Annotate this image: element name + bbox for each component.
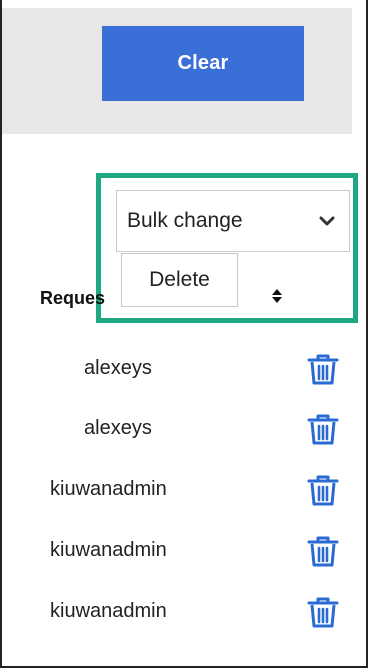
- table-row: alexeys: [0, 345, 370, 401]
- column-header-requested-by[interactable]: Reques: [40, 288, 105, 309]
- trash-icon[interactable]: [305, 411, 341, 447]
- bulk-change-select[interactable]: Bulk change: [116, 190, 350, 252]
- trash-icon[interactable]: [305, 594, 341, 630]
- requested-by-cell: alexeys: [84, 417, 152, 439]
- clear-button[interactable]: Clear: [102, 26, 304, 101]
- requested-by-cell: kiuwanadmin: [50, 600, 167, 622]
- sort-icon[interactable]: [270, 286, 284, 306]
- table-row: kiuwanadmin: [0, 466, 370, 522]
- requested-by-cell: kiuwanadmin: [50, 478, 167, 500]
- trash-icon[interactable]: [305, 351, 341, 387]
- trash-icon[interactable]: [305, 472, 341, 508]
- bulk-change-label: Bulk change: [127, 209, 243, 232]
- requested-by-cell: alexeys: [84, 357, 152, 379]
- table-row: kiuwanadmin: [0, 588, 370, 644]
- requested-by-cell: kiuwanadmin: [50, 539, 167, 561]
- bulk-change-menu: Delete: [121, 253, 238, 307]
- table-row: kiuwanadmin: [0, 527, 370, 583]
- table-row: alexeys: [0, 405, 370, 461]
- menu-item-delete[interactable]: Delete: [149, 268, 210, 292]
- chevron-down-icon: [319, 216, 335, 226]
- trash-icon[interactable]: [305, 533, 341, 569]
